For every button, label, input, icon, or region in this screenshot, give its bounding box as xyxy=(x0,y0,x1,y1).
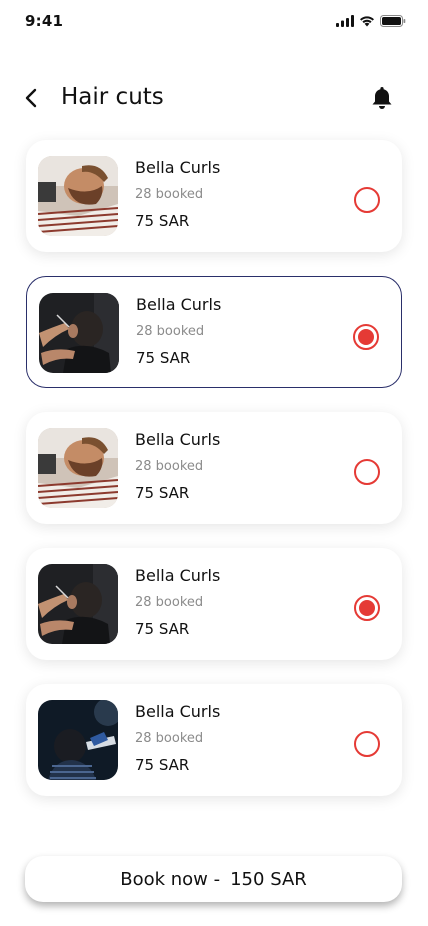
service-name: Bella Curls xyxy=(135,702,221,721)
status-icons xyxy=(336,15,406,27)
header: Hair cuts xyxy=(0,80,428,120)
bell-icon xyxy=(372,87,392,109)
book-now-amount: 150 SAR xyxy=(230,868,307,890)
service-booked-count: 28 booked xyxy=(135,187,204,202)
service-photo xyxy=(38,156,118,236)
service-card[interactable]: Bella Curls 28 booked 75 SAR xyxy=(26,412,402,524)
service-booked-count: 28 booked xyxy=(135,731,204,746)
select-radio[interactable] xyxy=(353,324,379,350)
book-now-label: Book now - xyxy=(120,868,221,890)
status-bar: 9:41 xyxy=(0,0,428,44)
service-name: Bella Curls xyxy=(135,158,221,177)
wifi-icon xyxy=(360,16,374,27)
back-button[interactable] xyxy=(20,86,44,110)
service-price: 75 SAR xyxy=(135,756,190,774)
page-title: Hair cuts xyxy=(61,84,164,110)
select-radio[interactable] xyxy=(354,731,380,757)
notifications-button[interactable] xyxy=(370,85,394,111)
service-card[interactable]: Bella Curls 28 booked 75 SAR xyxy=(26,684,402,796)
service-card[interactable]: Bella Curls 28 booked 75 SAR xyxy=(26,548,402,660)
service-card[interactable]: Bella Curls 28 booked 75 SAR xyxy=(26,140,402,252)
service-price: 75 SAR xyxy=(135,620,190,638)
service-photo xyxy=(39,293,119,373)
service-name: Bella Curls xyxy=(136,295,222,314)
select-radio[interactable] xyxy=(354,459,380,485)
select-radio[interactable] xyxy=(354,595,380,621)
service-booked-count: 28 booked xyxy=(136,324,205,339)
book-now-button[interactable]: Book now - 150 SAR xyxy=(25,856,402,902)
service-photo xyxy=(38,700,118,780)
select-radio[interactable] xyxy=(354,187,380,213)
service-photo xyxy=(38,564,118,644)
service-photo xyxy=(38,428,118,508)
signal-icon xyxy=(336,15,354,27)
service-price: 75 SAR xyxy=(136,349,191,367)
service-name: Bella Curls xyxy=(135,430,221,449)
chevron-left-icon xyxy=(25,88,37,108)
service-booked-count: 28 booked xyxy=(135,595,204,610)
battery-icon xyxy=(380,15,406,27)
service-booked-count: 28 booked xyxy=(135,459,204,474)
status-time: 9:41 xyxy=(25,12,64,30)
service-price: 75 SAR xyxy=(135,212,190,230)
service-card[interactable]: Bella Curls 28 booked 75 SAR xyxy=(26,276,402,388)
service-price: 75 SAR xyxy=(135,484,190,502)
service-name: Bella Curls xyxy=(135,566,221,585)
